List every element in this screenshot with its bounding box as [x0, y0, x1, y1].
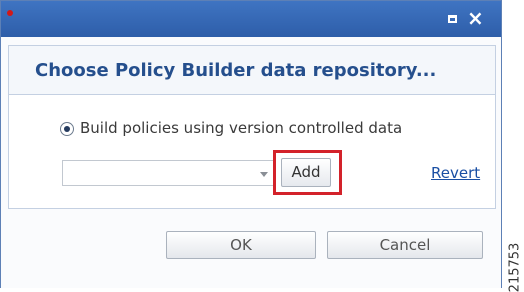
chevron-down-icon[interactable]: [260, 172, 268, 177]
maximize-icon[interactable]: [448, 15, 457, 23]
repository-select[interactable]: [62, 160, 276, 186]
dialog-body: [8, 95, 496, 209]
dialog-title: Choose Policy Builder data repository...: [35, 60, 437, 81]
revert-link[interactable]: Revert: [431, 164, 480, 182]
close-icon[interactable]: ×: [467, 8, 484, 28]
dialog-header: Choose Policy Builder data repository...: [8, 45, 496, 95]
title-bar: ×: [1, 1, 501, 37]
add-button[interactable]: Add: [281, 158, 331, 187]
version-controlled-radio-label[interactable]: Build policies using version controlled …: [80, 119, 402, 137]
figure-id-text: 215753: [507, 242, 523, 292]
figure-id: 215753: [498, 243, 522, 292]
ok-button[interactable]: OK: [166, 231, 316, 259]
window-status-dot-icon: [7, 10, 13, 16]
cancel-button[interactable]: Cancel: [327, 231, 483, 259]
version-controlled-radio[interactable]: [60, 122, 74, 136]
